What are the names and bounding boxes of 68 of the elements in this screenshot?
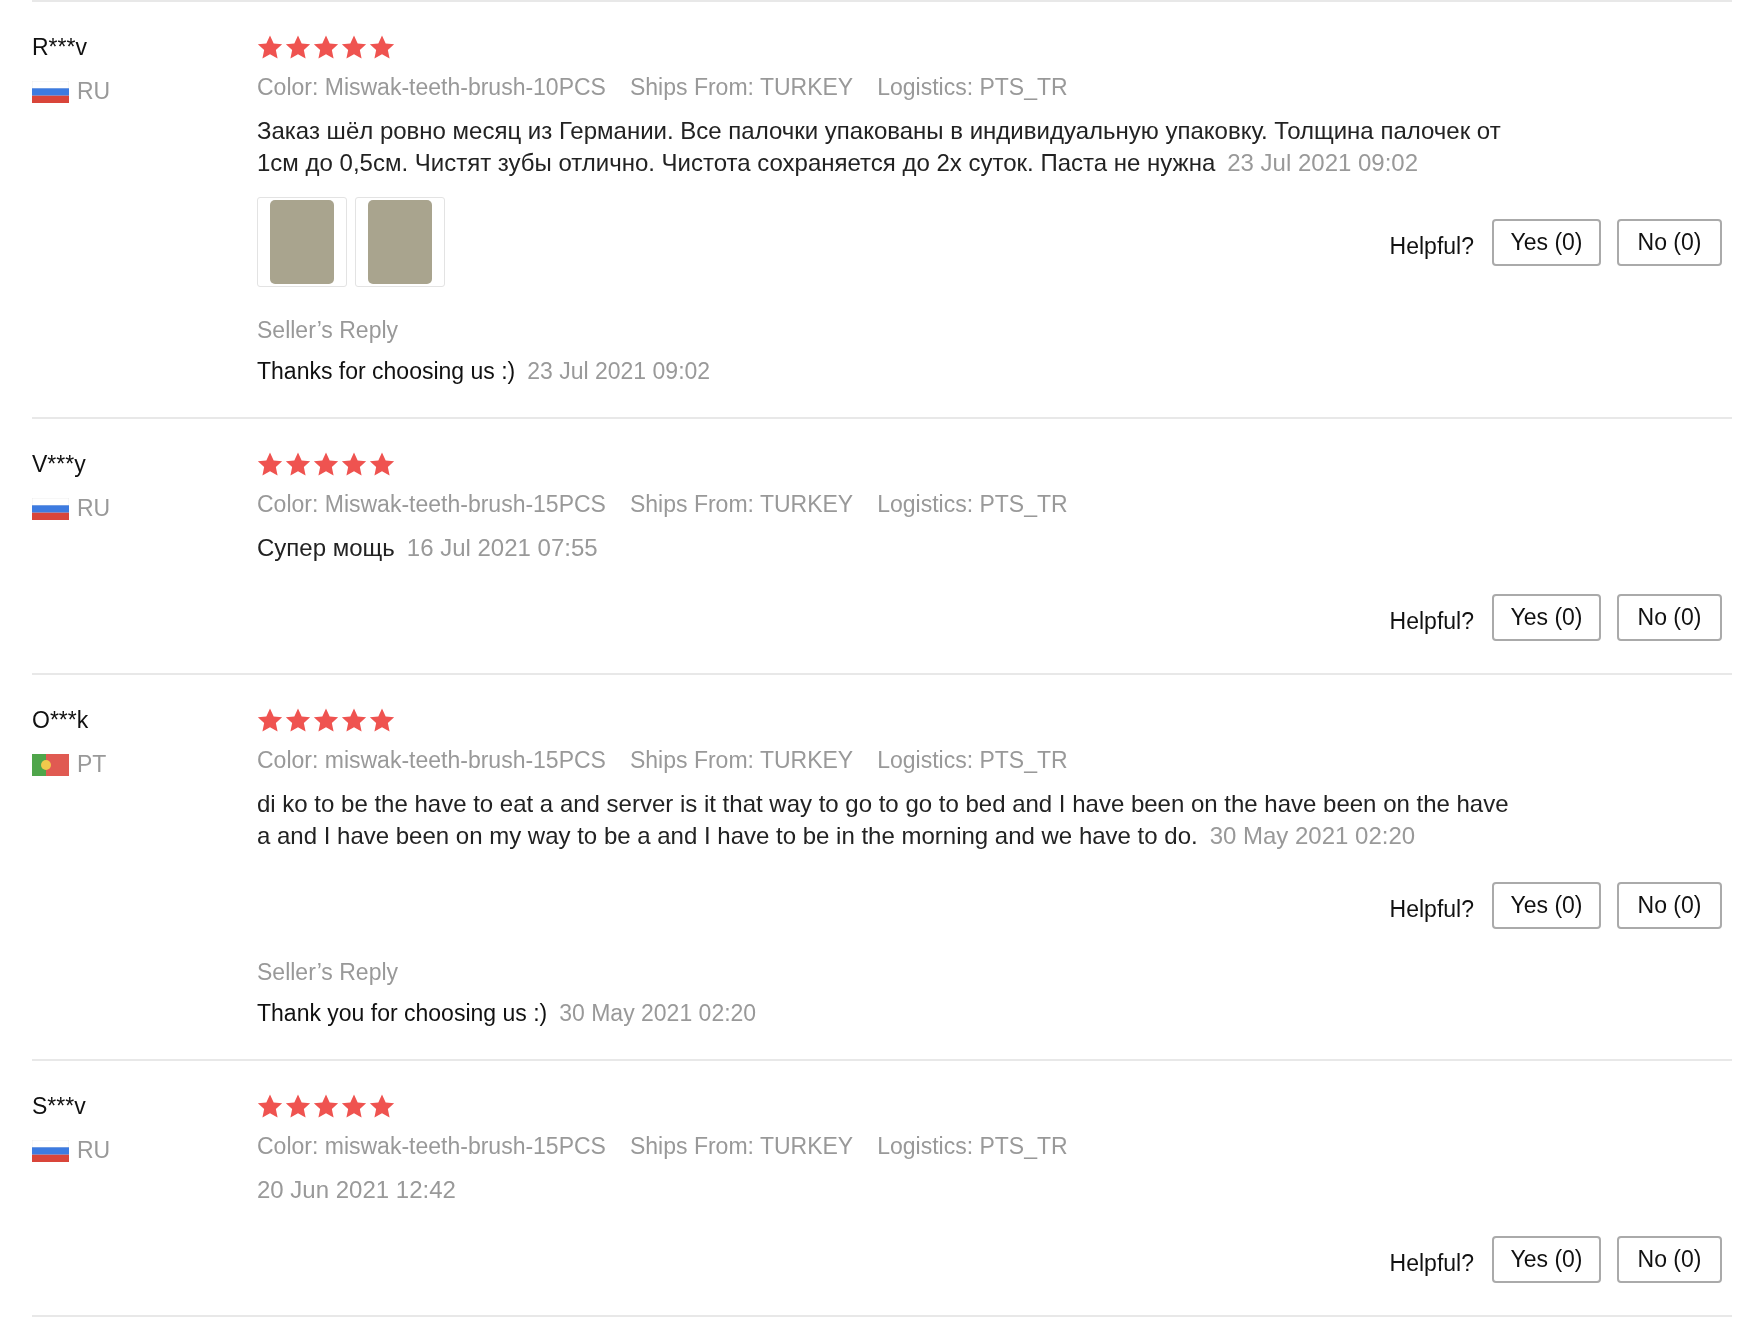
photo-thumbnail[interactable] bbox=[257, 197, 347, 287]
order-info: Color: miswak-teeth-brush-15PCS bbox=[257, 747, 606, 774]
seller-reply-text: Thank you for choosing us :) bbox=[257, 1000, 548, 1026]
star-icon bbox=[341, 34, 367, 60]
reviewer-name: V***y bbox=[32, 450, 87, 479]
order-info: Color: Miswak-teeth-brush-10PCS bbox=[257, 74, 606, 101]
reviewer-name: R***v bbox=[32, 33, 88, 62]
star-icon bbox=[369, 34, 395, 60]
helpful-label: Helpful? bbox=[1389, 1250, 1474, 1277]
yes-button[interactable]: Yes (0) bbox=[1492, 882, 1601, 929]
star-icon bbox=[341, 707, 367, 733]
star-icon bbox=[285, 1093, 311, 1119]
order-info: Ships From: TURKEY bbox=[629, 491, 854, 518]
seller-reply-text: Thanks for choosing us :) bbox=[257, 358, 516, 384]
review-text: Супер мощь 16 Jul 2021 07:55 bbox=[257, 533, 598, 563]
seller-reply-label: Seller’s Reply bbox=[257, 317, 400, 344]
review-date: 20 Jun 2021 12:42 bbox=[257, 1176, 456, 1203]
no-button[interactable]: No (0) bbox=[1617, 1236, 1722, 1283]
order-info: Color: miswak-teeth-brush-15PCS bbox=[257, 1133, 606, 1160]
order-info: Logistics: PTS_TR bbox=[877, 491, 1068, 518]
yes-button[interactable]: Yes (0) bbox=[1492, 1236, 1601, 1283]
star-icon bbox=[257, 34, 283, 60]
star-icon bbox=[313, 1093, 339, 1119]
review-text: di ko to be the have to eat a and server is it that way to go to go to bed and I have been on the have been on the have a and I have been on my way to be a and I have to be in the morning and we have to do. 30 May 2021 02:20 bbox=[257, 789, 1510, 851]
reply-date: 23 Jul 2021 09:02 bbox=[527, 358, 711, 384]
flag-icon bbox=[32, 80, 69, 103]
star-icon bbox=[285, 451, 311, 477]
flag-icon bbox=[32, 753, 69, 776]
seller-reply-label: Seller’s Reply bbox=[257, 959, 400, 986]
order-info: Logistics: PTS_TR bbox=[877, 1133, 1068, 1160]
star-icon bbox=[313, 34, 339, 60]
no-button[interactable]: No (0) bbox=[1617, 594, 1722, 641]
star-icon bbox=[341, 1093, 367, 1119]
no-button[interactable]: No (0) bbox=[1617, 882, 1722, 929]
flag-icon bbox=[32, 1139, 69, 1162]
helpful-label: Helpful? bbox=[1389, 232, 1474, 260]
no-button[interactable]: No (0) bbox=[1617, 218, 1722, 266]
star-icon bbox=[369, 707, 395, 733]
order-info: Ships From: TURKEY bbox=[629, 1133, 854, 1160]
order-info: Logistics: PTS_TR bbox=[877, 74, 1068, 101]
helpful-label: Helpful? bbox=[1389, 608, 1474, 635]
reviewer-name: S***v bbox=[32, 1092, 87, 1121]
star-icon bbox=[257, 451, 283, 477]
reviewer-name: O***k bbox=[32, 706, 90, 735]
flag-icon bbox=[32, 497, 69, 520]
star-icon bbox=[369, 1093, 395, 1119]
helpful-label: Helpful? bbox=[1389, 896, 1474, 923]
country-code: PT bbox=[77, 751, 107, 778]
star-icon bbox=[257, 1093, 283, 1119]
star-icon bbox=[257, 707, 283, 733]
country-code: RU bbox=[77, 495, 111, 522]
star-icon bbox=[285, 707, 311, 733]
country-code: RU bbox=[77, 78, 111, 105]
reply-date: 30 May 2021 02:20 bbox=[559, 1000, 757, 1026]
star-icon bbox=[285, 34, 311, 60]
order-info: Ships From: TURKEY bbox=[629, 74, 854, 101]
star-icon bbox=[313, 707, 339, 733]
star-icon bbox=[369, 451, 395, 477]
yes-button[interactable]: Yes (0) bbox=[1492, 218, 1601, 266]
review-text: Заказ шёл ровно месяц из Германии. Все палочки упакованы в индивидуальную упаковку. Толщина палочек от 1см до 0,5см. Чистят зубы отлично. Чистота сохраняется до 2х суток. Паста не нужна 23 Jul 2021 09:02 bbox=[257, 116, 1502, 178]
order-info: Color: Miswak-teeth-brush-15PCS bbox=[257, 491, 606, 518]
photo-thumbnail[interactable] bbox=[355, 197, 445, 287]
order-info: Logistics: PTS_TR bbox=[877, 747, 1068, 774]
star-icon bbox=[313, 451, 339, 477]
country-code: RU bbox=[77, 1137, 111, 1164]
yes-button[interactable]: Yes (0) bbox=[1492, 594, 1601, 641]
star-icon bbox=[341, 451, 367, 477]
order-info: Ships From: TURKEY bbox=[629, 747, 854, 774]
